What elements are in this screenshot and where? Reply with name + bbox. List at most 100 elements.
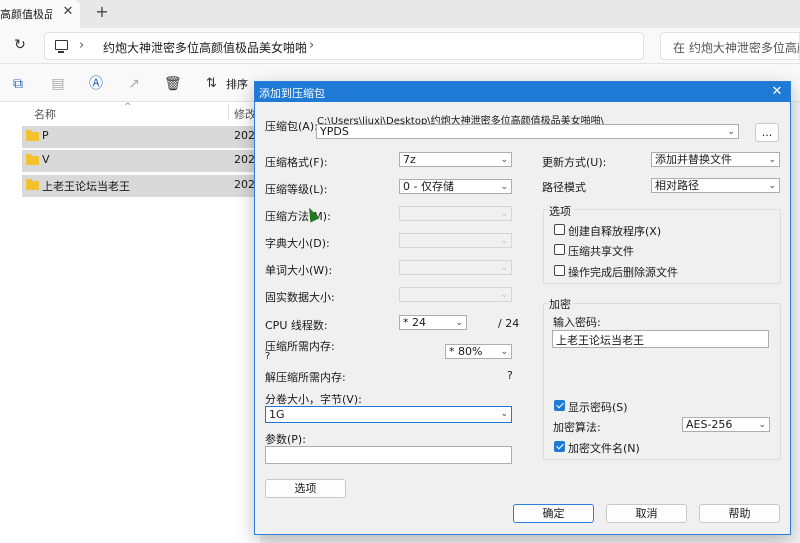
chevron-down-icon[interactable]: ⌄	[455, 316, 463, 330]
chevron-down-icon[interactable]: ⌄	[500, 180, 508, 194]
chevron-down-icon[interactable]: ⌄	[500, 407, 508, 422]
file-list: 名称 ^ 修改 P 2025 V 2025 上老王论坛当老王 2025	[0, 102, 262, 543]
params-input[interactable]	[265, 446, 512, 464]
new-tab-button[interactable]: +	[93, 3, 111, 21]
update-mode-value: 添加并替换文件	[655, 153, 732, 166]
file-name: P	[42, 129, 49, 142]
chevron-down-icon[interactable]: ⌄	[500, 153, 508, 167]
format-select[interactable]: 7z ⌄	[399, 152, 512, 167]
column-header-name[interactable]: 名称	[34, 106, 56, 122]
word-label: 单词大小(W):	[265, 264, 333, 277]
breadcrumb-folder[interactable]: 约炮大神泄密多位高颜值极品美女啪啪	[103, 39, 307, 56]
file-row[interactable]: 上老王论坛当老王 2025	[22, 175, 262, 197]
cpu-select[interactable]: * 24 ⌄	[399, 315, 467, 330]
archive-name-value: YPDS	[320, 125, 349, 138]
path-mode-label: 路径模式	[542, 181, 586, 194]
delete-source-checkbox[interactable]	[554, 265, 565, 276]
encryption-group-title: 加密	[547, 296, 573, 312]
chevron-down-icon: ⌄	[500, 263, 508, 273]
level-select[interactable]: 0 - 仅存储 ⌄	[399, 179, 512, 194]
encrypt-filenames-label[interactable]: 加密文件名(N)	[568, 440, 640, 456]
folder-icon	[26, 154, 39, 165]
help-button[interactable]: 帮助	[699, 504, 780, 523]
column-header-modified[interactable]: 修改	[234, 106, 256, 122]
options-button[interactable]: 选项	[265, 479, 346, 498]
level-label: 压缩等级(L):	[265, 183, 328, 196]
cpu-total: / 24	[498, 317, 520, 330]
chevron-down-icon[interactable]: ⌄	[768, 153, 776, 167]
decompress-memory-value: ?	[507, 369, 513, 382]
encryption-method-value: AES-256	[686, 418, 733, 431]
tab-bar: 高颜值极品美 ✕ +	[0, 0, 800, 28]
cancel-button[interactable]: 取消	[606, 504, 687, 523]
encrypt-filenames-checkbox[interactable]	[554, 441, 565, 452]
close-icon[interactable]: ✕	[768, 83, 786, 101]
copy-icon[interactable]: ⧉	[10, 76, 26, 92]
address-bar[interactable]: › 约炮大神泄密多位高颜值极品美女啪啪 ›	[44, 32, 644, 60]
file-row[interactable]: P 2025	[22, 126, 262, 148]
password-value: 上老王论坛当老王	[556, 334, 644, 347]
memory-value: * 80%	[449, 345, 483, 358]
format-value: 7z	[403, 153, 416, 166]
path-mode-select[interactable]: 相对路径 ⌄	[651, 178, 780, 193]
column-divider[interactable]	[228, 104, 229, 120]
chevron-down-icon: ⌄	[500, 236, 508, 246]
solid-select: ⌄	[399, 287, 512, 302]
file-row[interactable]: V 2025	[22, 150, 262, 172]
file-name: 上老王论坛当老王	[42, 180, 130, 193]
sfx-checkbox[interactable]	[554, 224, 565, 235]
chevron-down-icon[interactable]: ⌄	[727, 125, 735, 139]
password-input[interactable]: 上老王论坛当老王	[552, 330, 769, 348]
sort-icon[interactable]: ⇅	[206, 76, 217, 91]
refresh-icon[interactable]: ↻	[12, 37, 28, 53]
password-label: 输入密码:	[553, 316, 601, 329]
search-input[interactable]: 在 约炮大神泄密多位高颜值极品美女啪啪	[660, 32, 800, 60]
volume-value: 1G	[269, 408, 285, 421]
params-label: 参数(P):	[265, 433, 306, 446]
dialog-title: 添加到压缩包	[259, 87, 325, 100]
decompress-memory-label: 解压缩所需内存:	[265, 371, 346, 384]
show-password-checkbox[interactable]	[554, 400, 565, 411]
archive-label: 压缩包(A):	[265, 120, 318, 133]
computer-icon	[55, 40, 68, 53]
breadcrumb-chevron-icon[interactable]: ›	[309, 38, 314, 53]
search-placeholder: 在 约炮大神泄密多位高颜值极品美女啪啪	[673, 41, 799, 55]
paste-icon[interactable]: ▤	[50, 76, 66, 92]
rename-icon[interactable]: Ⓐ	[88, 76, 104, 92]
delete-icon[interactable]: 🗑	[164, 76, 182, 92]
volume-input[interactable]: 1G ⌄	[265, 406, 512, 423]
tab-close-icon[interactable]: ✕	[60, 4, 76, 20]
shared-label[interactable]: 压缩共享文件	[568, 243, 634, 259]
tab-current[interactable]: 高颜值极品美 ✕	[0, 0, 80, 28]
delete-source-label[interactable]: 操作完成后删除源文件	[568, 264, 678, 280]
memory-select[interactable]: * 80% ⌄	[445, 344, 512, 359]
archive-name-input[interactable]: YPDS ⌄	[316, 124, 739, 139]
encryption-method-select[interactable]: AES-256 ⌄	[682, 417, 770, 432]
update-mode-select[interactable]: 添加并替换文件 ⌄	[651, 152, 780, 167]
browse-button[interactable]: ...	[755, 123, 779, 142]
chevron-down-icon[interactable]: ⌄	[758, 418, 766, 432]
breadcrumb-chevron-icon[interactable]: ›	[79, 38, 84, 53]
dict-select: ⌄	[399, 233, 512, 248]
address-bar-row: ↻ › 约炮大神泄密多位高颜值极品美女啪啪 › 在 约炮大神泄密多位高颜值极品美…	[0, 28, 800, 64]
chevron-down-icon: ⌄	[500, 290, 508, 300]
sort-button[interactable]: 排序	[226, 76, 248, 92]
shared-checkbox[interactable]	[554, 244, 565, 255]
sfx-label[interactable]: 创建自释放程序(X)	[568, 223, 661, 239]
share-icon[interactable]: ↗	[126, 76, 142, 92]
add-to-archive-dialog: 添加到压缩包 ✕ 压缩包(A): C:\Users\liuxi\Desktop\…	[254, 81, 791, 535]
dict-label: 字典大小(D):	[265, 237, 330, 250]
ok-button[interactable]: 确定	[513, 504, 594, 523]
memory-unknown: ?	[265, 351, 271, 362]
dialog-titlebar[interactable]: 添加到压缩包 ✕	[255, 82, 790, 102]
chevron-down-icon[interactable]: ⌄	[500, 345, 508, 359]
solid-label: 固实数据大小:	[265, 291, 335, 304]
show-password-label[interactable]: 显示密码(S)	[568, 399, 628, 415]
word-select: ⌄	[399, 260, 512, 275]
memory-label: 压缩所需内存:	[265, 340, 335, 353]
cpu-value: * 24	[403, 316, 426, 329]
volume-label: 分卷大小，字节(V):	[265, 393, 362, 406]
chevron-down-icon[interactable]: ⌄	[768, 179, 776, 193]
file-name: V	[42, 153, 50, 166]
method-label: 压缩方法(M):	[265, 210, 331, 223]
